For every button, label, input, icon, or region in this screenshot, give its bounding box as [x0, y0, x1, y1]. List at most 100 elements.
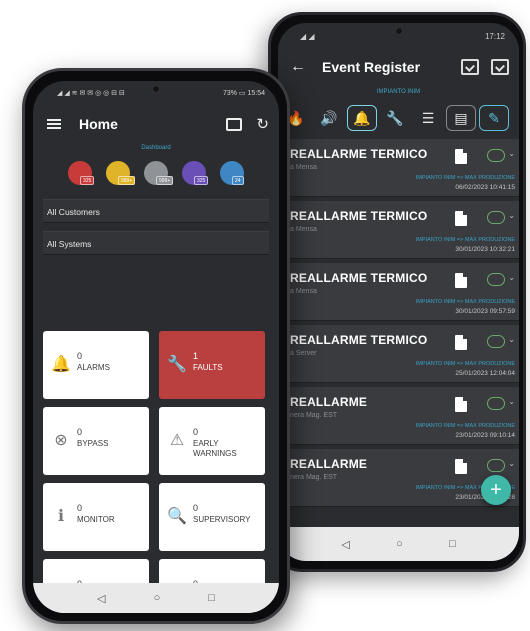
event-date: 06/02/2023 10:41:15: [455, 184, 515, 191]
tile-label: BYPASS: [77, 439, 109, 448]
status-time: 15:54: [247, 90, 265, 97]
list-badge-icon[interactable]: 999+: [144, 161, 174, 185]
comment-icon[interactable]: [487, 149, 505, 162]
document-icon[interactable]: [455, 149, 467, 164]
android-nav-bar: ◁ ○ □: [278, 527, 519, 561]
comment-icon[interactable]: [487, 211, 505, 224]
tile-alarms[interactable]: 🔔 0 ALARMS: [43, 331, 149, 399]
info-icon: ℹ: [57, 508, 65, 525]
tile-bypass[interactable]: ⊗ 0 BYPASS: [43, 407, 149, 475]
systems-select[interactable]: All Systems: [43, 231, 269, 255]
chevron-down-icon[interactable]: ⌄: [508, 335, 515, 344]
tile-monitor[interactable]: ℹ 0 MONITOR: [43, 483, 149, 551]
tile-label: SUPERVISORY: [193, 515, 251, 524]
signal-icon: ◢ ◢ ≋ ✉ ✉ ◎ ◎ ⊟ ⊟: [57, 90, 125, 97]
nav-recent-icon[interactable]: □: [208, 592, 215, 604]
app-header: Home ↻: [33, 105, 279, 143]
event-date: 25/01/2023 12:04:04: [455, 370, 515, 377]
nav-recent-icon[interactable]: □: [449, 538, 456, 550]
event-filter-bar: 🔥 🔊 🔔 🔧 ☰ ▤ ✎: [278, 103, 515, 133]
customers-select[interactable]: All Customers: [43, 199, 269, 223]
event-list-item[interactable]: REALLARME TERMICO a Mensa ⌄ IMPIANTO INIM =…: [278, 263, 519, 321]
badge-count: 999+: [156, 176, 174, 185]
warning-badge-icon[interactable]: 999+: [106, 161, 136, 185]
tile-count: 0: [77, 351, 83, 361]
folder-add-icon[interactable]: [226, 117, 243, 131]
fire-alarm-badge-icon[interactable]: 325: [68, 161, 95, 185]
select-all-icon[interactable]: [491, 59, 509, 75]
megaphone-badge-icon[interactable]: 325: [182, 161, 209, 185]
status-time: 17:12: [484, 31, 505, 41]
bell-icon: 🔔: [51, 356, 71, 373]
camera-notch: [394, 27, 403, 35]
sound-filter-icon[interactable]: 🔊: [314, 105, 344, 131]
event-list: REALLARME TERMICO a Mensa ⌄ IMPIANTO INIM =…: [278, 139, 519, 507]
app-header: ← Event Register: [278, 49, 519, 85]
tile-supervisory[interactable]: 🔍 0 SUPERVISORY: [159, 483, 265, 551]
event-list-item[interactable]: REALLARME nera Mag. EST ⌄ IMPIANTO INIM => …: [278, 387, 519, 445]
page-title: Event Register: [322, 59, 421, 75]
add-fab-button[interactable]: +: [481, 475, 511, 505]
document-icon[interactable]: [455, 273, 467, 288]
event-list-item[interactable]: REALLARME TERMICO a Server ⌄ IMPIANTO INIM …: [278, 325, 519, 383]
document-icon[interactable]: [455, 397, 467, 412]
nav-home-icon[interactable]: ○: [154, 592, 161, 604]
chevron-down-icon[interactable]: ⌄: [508, 273, 515, 282]
status-tile-grid: 🔔 0 ALARMS 🔧 1 FAULTS ⊗ 0 BYPASS ⚠ 0 EARLY WARNINGS…: [43, 331, 265, 613]
badge-count: 325: [194, 176, 209, 185]
chat-badge-icon[interactable]: 24: [220, 161, 244, 185]
status-badges: 325 999+ 999+ 325 24: [33, 153, 279, 193]
tile-count: 0: [193, 503, 199, 513]
comment-icon[interactable]: [487, 335, 505, 348]
list-filter-icon[interactable]: ☰: [413, 105, 443, 131]
signal-icon: ◢ ◢: [300, 31, 315, 41]
hamburger-menu-icon[interactable]: [47, 119, 61, 129]
document-icon[interactable]: [455, 459, 467, 474]
event-location: a Mensa: [290, 226, 317, 233]
wrench-icon: 🔧: [167, 356, 187, 373]
wrench-filter-icon[interactable]: 🔧: [380, 105, 410, 131]
tile-label: MONITOR: [77, 515, 115, 524]
event-title: REALLARME: [290, 457, 368, 471]
calendar-check-icon[interactable]: [461, 59, 479, 75]
back-arrow-icon[interactable]: ←: [290, 58, 312, 76]
badge-count: 999+: [118, 176, 136, 185]
event-title: REALLARME TERMICO: [290, 147, 428, 161]
refresh-icon[interactable]: ↻: [256, 115, 269, 133]
warning-icon: ⚠: [169, 432, 185, 449]
event-list-item[interactable]: REALLARME TERMICO a Mensa ⌄ IMPIANTO INIM =…: [278, 201, 519, 259]
tile-count: 0: [77, 427, 83, 437]
chevron-down-icon[interactable]: ⌄: [508, 397, 515, 406]
badge-count: 325: [80, 176, 95, 185]
nav-back-icon[interactable]: ◁: [97, 592, 105, 605]
event-date: 23/01/2023 09:10:14: [455, 432, 515, 439]
phone-home: ◢ ◢ ≋ ✉ ✉ ◎ ◎ ⊟ ⊟ 73% ▭ 15:54 Home ↻ Das…: [22, 68, 290, 624]
event-date: 30/01/2023 10:32:21: [455, 246, 515, 253]
document-edit-filter-icon[interactable]: ✎: [479, 105, 509, 131]
event-location: a Server: [290, 350, 317, 357]
tile-early-warnings[interactable]: ⚠ 0 EARLY WARNINGS: [159, 407, 265, 475]
event-register-screen: ◢ ◢ 17:12 ← Event Register IMPIANTO INIM…: [278, 23, 519, 561]
nav-back-icon[interactable]: ◁: [341, 538, 349, 551]
chevron-down-icon[interactable]: ⌄: [508, 459, 515, 468]
comment-icon[interactable]: [487, 273, 505, 286]
dashboard-label: Dashboard: [141, 145, 171, 151]
document-filter-icon[interactable]: ▤: [446, 105, 476, 131]
event-system: IMPIANTO INIM => MAX PRODUZIONE: [415, 299, 515, 305]
event-title: REALLARME TERMICO: [290, 333, 428, 347]
comment-icon[interactable]: [487, 397, 505, 410]
document-icon[interactable]: [455, 211, 467, 226]
chevron-down-icon[interactable]: ⌄: [508, 211, 515, 220]
chevron-down-icon[interactable]: ⌄: [508, 149, 515, 158]
document-icon[interactable]: [455, 335, 467, 350]
tile-count: 0: [77, 503, 83, 513]
battery-status: 73% ▭ 15:54: [223, 89, 265, 97]
tile-label: FAULTS: [193, 363, 223, 372]
tile-count: 1: [193, 351, 199, 361]
nav-home-icon[interactable]: ○: [396, 538, 403, 550]
comment-icon[interactable]: [487, 459, 505, 472]
bell-filter-icon[interactable]: 🔔: [347, 105, 377, 131]
tile-faults[interactable]: 🔧 1 FAULTS: [159, 331, 265, 399]
android-nav-bar: ◁ ○ □: [33, 583, 279, 613]
event-list-item[interactable]: REALLARME TERMICO a Mensa ⌄ IMPIANTO INIM =…: [278, 139, 519, 197]
